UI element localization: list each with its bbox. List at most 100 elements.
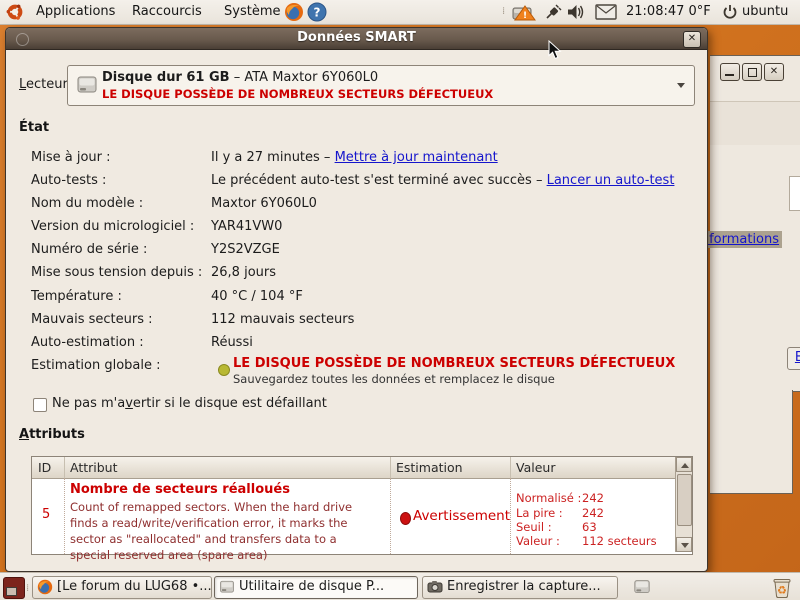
maximize-button[interactable] — [742, 63, 762, 81]
header-separator — [510, 457, 511, 478]
attributes-heading: Attributs — [19, 427, 85, 442]
row-value: 26,8 jours — [211, 265, 276, 280]
table-scrollbar[interactable] — [675, 457, 692, 552]
row-label: Estimation globale : — [31, 358, 161, 373]
scroll-up-button[interactable] — [676, 457, 692, 472]
disk-warning-icon[interactable]: ! — [511, 2, 537, 22]
update-now-link[interactable]: Mettre à jour maintenant — [335, 150, 498, 165]
kv-label: La pire : — [516, 506, 563, 520]
state-row-firmware: Version du micrologiciel : YAR41VW0 — [6, 219, 707, 237]
task-label: Utilitaire de disque P... — [239, 579, 384, 594]
no-warn-label[interactable]: Ne pas m'avertir si le disque est défail… — [52, 396, 327, 411]
volume-icon[interactable] — [566, 3, 585, 21]
menu-applications[interactable]: Applications — [30, 0, 121, 24]
user-switcher[interactable]: ubuntu — [742, 0, 788, 24]
run-selftest-link[interactable]: Lancer un auto-test — [547, 173, 675, 188]
trash-icon[interactable]: ♻ — [770, 575, 794, 599]
column-separator — [390, 478, 391, 554]
task-screenshot[interactable]: Enregistrer la capture... — [422, 576, 618, 599]
dialog-titlebar[interactable]: Données SMART ✕ — [6, 28, 707, 50]
ubuntu-logo-icon[interactable] — [6, 3, 24, 21]
row-value-text: Il y a 27 minutes – — [211, 150, 335, 165]
row-label: Numéro de série : — [31, 242, 147, 257]
no-warn-checkbox[interactable] — [33, 398, 47, 412]
drive-name-rest: – ATA Maxtor 6Y060L0 — [230, 70, 379, 85]
state-row-selfassessment: Auto-estimation : Réussi — [6, 335, 707, 353]
kv-value: 242 — [582, 491, 604, 505]
col-estimation[interactable]: Estimation — [396, 460, 463, 475]
mouse-cursor — [548, 40, 562, 60]
column-separator — [64, 478, 65, 554]
panel-grip[interactable]: ⁞ — [502, 0, 503, 24]
power-icon[interactable] — [722, 4, 738, 20]
svg-text:!: ! — [523, 11, 527, 21]
minimize-button[interactable] — [720, 63, 740, 81]
row-value: 40 °C / 104 °F — [211, 289, 303, 304]
scroll-down-button[interactable] — [676, 537, 692, 552]
show-desktop-button[interactable] — [3, 577, 25, 599]
disk-utility-icon — [219, 579, 235, 595]
camera-icon — [427, 579, 443, 595]
task-firefox[interactable]: [Le forum du LUG68 •... — [32, 576, 212, 599]
drive-name: Disque dur 61 GB – ATA Maxtor 6Y060L0 — [102, 70, 378, 85]
checkbox-label-rest: ertir si le disque est défaillant — [133, 396, 327, 411]
menu-raccourcis[interactable]: Raccourcis — [126, 0, 208, 24]
row-label: Mise sous tension depuis : — [31, 265, 202, 280]
row-label: Auto-estimation : — [31, 335, 144, 350]
row-value: Il y a 27 minutes – Mettre à jour mainte… — [211, 150, 498, 165]
col-id[interactable]: ID — [38, 460, 51, 475]
arrow-down-icon — [681, 543, 689, 548]
drive-warning-text: LE DISQUE POSSÈDE DE NOMBREUX SECTEURS D… — [102, 87, 493, 101]
drive-name-bold: Disque dur 61 GB — [102, 70, 230, 85]
attributes-heading-mnemonic: A — [19, 427, 29, 442]
row-label: Version du micrologiciel : — [31, 219, 194, 234]
row-value: YAR41VW0 — [211, 219, 282, 234]
overall-warning-text: LE DISQUE POSSÈDE DE NOMBREUX SECTEURS D… — [233, 356, 675, 371]
header-separator — [390, 457, 391, 478]
checkbox-label-pre: Ne pas m'a — [52, 396, 125, 411]
informations-link[interactable]: Informations — [697, 232, 779, 247]
attr-desc-line: special reserved area (spare area) — [70, 547, 267, 563]
network-plug-icon[interactable] — [544, 3, 562, 21]
row-label: Mauvais secteurs : — [31, 312, 152, 327]
attr-desc-line: sector as "reallocated" and transfers da… — [70, 531, 337, 547]
scrollbar-thumb[interactable] — [677, 474, 692, 526]
close-button-bg[interactable]: ✕ — [764, 63, 784, 81]
hard-disk-icon — [76, 74, 98, 96]
task-label: [Le forum du LUG68 •... — [57, 579, 212, 594]
task-label: Enregistrer la capture... — [447, 579, 601, 594]
row-value-text: Le précédent auto-test s'est terminé ave… — [211, 173, 547, 188]
help-icon[interactable]: ? — [307, 2, 327, 22]
kv-label: Seuil : — [516, 520, 552, 534]
svg-text:?: ? — [314, 6, 321, 20]
state-row-selftests: Auto-tests : Le précédent auto-test s'es… — [6, 173, 707, 191]
row-label: Auto-tests : — [31, 173, 106, 188]
notification-disk-icon[interactable] — [633, 579, 651, 595]
row-label: Nom du modèle : — [31, 196, 143, 211]
button-fragment[interactable]: E — [787, 347, 800, 370]
row-label: Température : — [31, 289, 122, 304]
attributes-table: ID Attribut Estimation Valeur 5 Nombre d… — [31, 456, 693, 555]
overall-advice-text: Sauvegardez toutes les données et rempla… — [233, 372, 555, 386]
bottom-panel: ⁞ [Le forum du LUG68 •... Utilitaire de … — [0, 572, 800, 600]
state-row-poweron: Mise sous tension depuis : 26,8 jours — [6, 265, 707, 283]
clock-applet[interactable]: 21:08:47 0°F — [626, 0, 711, 24]
background-window-upper: ✕ Informations E — [710, 55, 800, 392]
row-value: Réussi — [211, 335, 253, 350]
row-value: 112 mauvais secteurs — [211, 312, 354, 327]
menu-systeme[interactable]: Système — [218, 0, 286, 24]
background-window-lower — [710, 390, 793, 494]
kv-value: 112 secteurs — [582, 534, 657, 548]
col-attribut[interactable]: Attribut — [70, 460, 118, 475]
fragment-link-text: E — [795, 350, 800, 365]
desktop: ✕ Informations E Applications Raccourcis… — [0, 0, 800, 600]
drive-label-mnemonic: L — [19, 77, 26, 92]
toolbar-band — [710, 101, 800, 145]
firefox-icon[interactable] — [284, 2, 304, 22]
drive-combobox[interactable]: Disque dur 61 GB – ATA Maxtor 6Y060L0 LE… — [67, 65, 695, 106]
mail-icon[interactable] — [595, 4, 617, 20]
task-disk-utility[interactable]: Utilitaire de disque P... — [214, 576, 418, 599]
taskbar-grip[interactable]: ⁞ — [26, 577, 27, 600]
col-valeur[interactable]: Valeur — [516, 460, 555, 475]
close-button[interactable]: ✕ — [683, 31, 701, 48]
